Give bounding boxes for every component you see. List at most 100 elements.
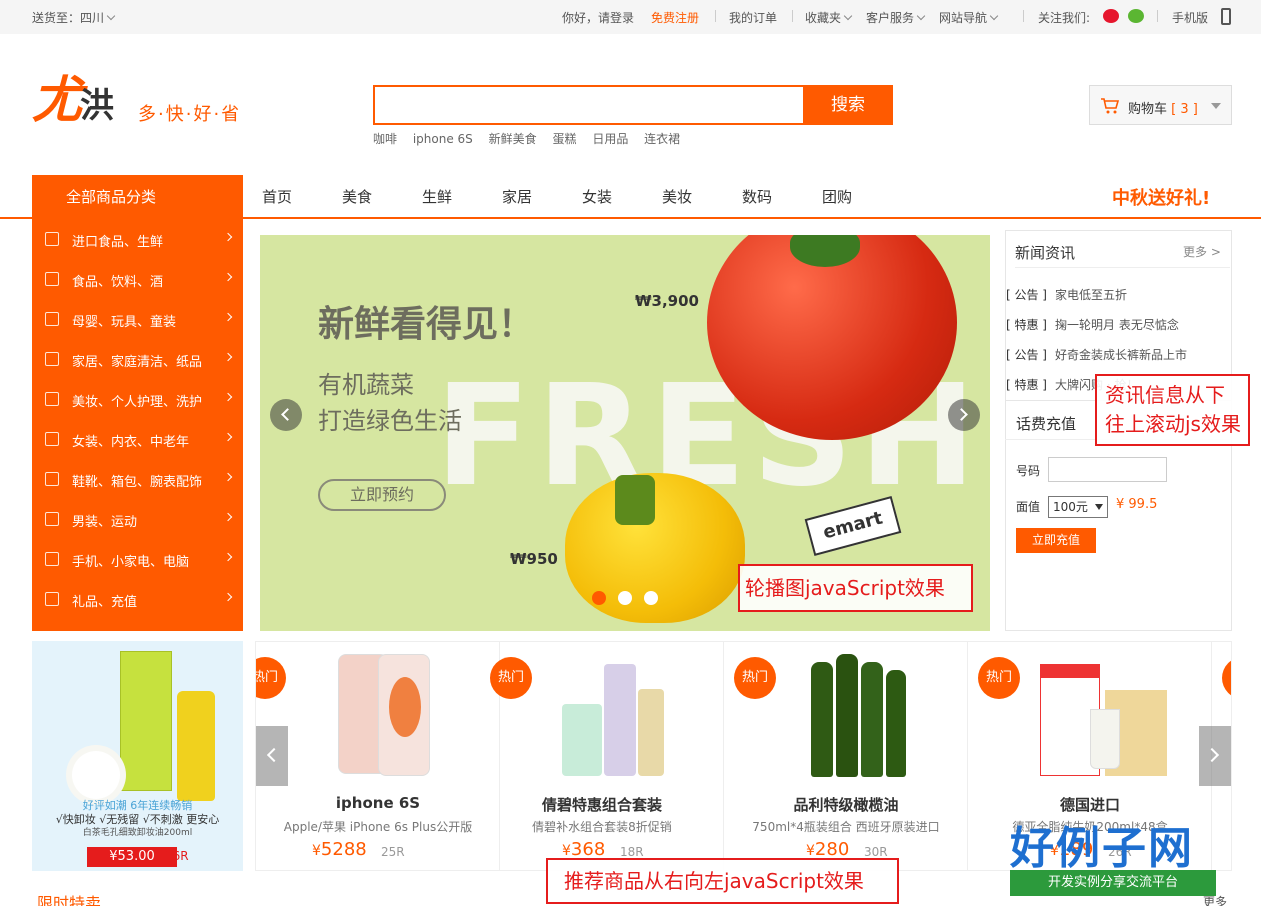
promo-product-card[interactable]: 好评如潮 6年连续畅销 √快卸妆 √无残留 √不刺激 更安心 白茶毛孔细致卸妆油… (32, 641, 243, 871)
recharge-title[interactable]: 话费充值 (1016, 413, 1076, 434)
nav-item[interactable]: 女装 (582, 186, 612, 207)
category-item[interactable]: 进口食品、生鲜 (32, 219, 243, 259)
news-text: 好奇金装成长裤新品上市 (1055, 348, 1188, 362)
logo-char-main: 尤 (32, 71, 82, 129)
news-item[interactable]: [ 公告 ] 家电低至五折 (1006, 286, 1127, 303)
nav-item[interactable]: 首页 (262, 186, 292, 207)
nav-item[interactable]: 美食 (342, 186, 372, 207)
chevron-down-icon (843, 11, 853, 21)
login-link[interactable]: 你好，请登录 (562, 9, 634, 26)
search-input[interactable] (373, 85, 804, 125)
hot-keyword[interactable]: 日用品 (592, 132, 628, 146)
product-name: iphone 6S (335, 794, 421, 812)
nav-item[interactable]: 美妆 (662, 186, 692, 207)
category-item[interactable]: 家居、家庭清洁、纸品 (32, 339, 243, 379)
mid-autumn-promo-link[interactable]: 中秋送好礼! (1112, 184, 1210, 210)
news-tag: [ 特惠 ] (1006, 318, 1047, 332)
hot-keyword[interactable]: 蛋糕 (552, 132, 576, 146)
banner-headline: 新鲜看得见！ (318, 304, 535, 345)
hot-badge: 热门 (734, 657, 776, 699)
divider (1157, 10, 1158, 22)
all-categories-header[interactable]: 全部商品分类 (32, 175, 243, 219)
search-button[interactable]: 搜索 (803, 85, 893, 125)
product-bottle-image (177, 691, 215, 801)
chevron-right-icon (223, 432, 233, 442)
mobile-icon (45, 552, 59, 566)
cart-label: 购物车 [ 3 ] (1128, 102, 1198, 117)
products-prev-button[interactable] (256, 726, 288, 786)
news-item[interactable]: [ 特惠 ] 掬一轮明月 表无尽惦念 (1006, 316, 1179, 333)
price-value: 280 (814, 839, 850, 860)
category-item[interactable]: 鞋靴、箱包、腕表配饰 (32, 459, 243, 499)
news-title: 新闻资讯 (1015, 244, 1076, 262)
news-item[interactable]: [ 公告 ] 好奇金装成长裤新品上市 (1006, 346, 1187, 363)
recharge-price: ¥ 99.5 (1116, 497, 1158, 512)
carousel-dot[interactable] (592, 591, 606, 605)
category-item[interactable]: 食品、饮料、酒 (32, 259, 243, 299)
currency-symbol: ¥ (562, 843, 571, 859)
chevron-right-icon (223, 312, 233, 322)
product-old-price: 25R (381, 845, 405, 859)
divider (715, 10, 716, 22)
category-label: 鞋靴、箱包、腕表配饰 (72, 475, 203, 490)
hot-keyword[interactable]: iphone 6S (413, 132, 473, 146)
register-link[interactable]: 免费注册 (651, 9, 699, 26)
ship-to-selector[interactable]: 送货至：四川 (32, 9, 116, 26)
reserve-button[interactable]: 立即预约 (318, 479, 446, 511)
product-box-image (120, 651, 172, 791)
follow-label: 关注我们: (1038, 11, 1091, 25)
chevron-right-icon (223, 592, 233, 602)
phone-number-input[interactable] (1048, 457, 1167, 482)
hot-keyword[interactable]: 连衣裙 (644, 132, 680, 146)
hot-keyword[interactable]: 新鲜美食 (489, 132, 537, 146)
category-item[interactable]: 母婴、玩具、童装 (32, 299, 243, 339)
category-item[interactable]: 女装、内衣、中老年 (32, 419, 243, 459)
carousel-prev-button[interactable] (270, 399, 302, 431)
carousel-next-button[interactable] (948, 399, 980, 431)
product-card[interactable]: 热门 iphone 6S Apple/苹果 iPhone 6s Plus公开版 … (256, 642, 500, 870)
category-item[interactable]: 美妆、个人护理、洗护 (32, 379, 243, 419)
favorites-menu[interactable]: 收藏夹 (805, 9, 853, 26)
hot-keyword[interactable]: 咖啡 (373, 132, 397, 146)
caret-down-icon (1211, 103, 1221, 109)
news-more-link[interactable]: 更多 > (1183, 243, 1221, 260)
divider (1015, 267, 1230, 268)
nav-item[interactable]: 团购 (822, 186, 852, 207)
cart-button[interactable]: 购物车 [ 3 ] (1089, 85, 1232, 125)
category-item[interactable]: 手机、小家电、电脑 (32, 539, 243, 579)
category-label: 家居、家庭清洁、纸品 (72, 355, 203, 370)
face-value-select[interactable]: 100元 (1048, 496, 1108, 518)
product-desc: 倩碧补水组合套装8折促销 (532, 820, 672, 834)
product-old-price: 18R (620, 845, 644, 859)
promo-old-price: 16R (165, 849, 189, 863)
carousel-dot[interactable] (644, 591, 658, 605)
nav-item[interactable]: 数码 (742, 186, 772, 207)
imported-food-icon (45, 232, 59, 246)
products-next-button[interactable] (1199, 726, 1231, 786)
caret-down-icon (1095, 504, 1103, 510)
currency-symbol: ¥ (312, 843, 321, 859)
product-card[interactable]: 热门 品利特级橄榄油 750ml*4瓶装组合 西班牙原装进口 ¥280 30R (724, 642, 968, 870)
product-card[interactable]: 热门 倩碧特惠组合套装 倩碧补水组合套装8折促销 ¥368 18R (480, 642, 724, 870)
milk-box-image (1020, 654, 1167, 779)
customer-service-menu[interactable]: 客户服务 (866, 9, 926, 26)
weibo-icon[interactable] (1103, 9, 1119, 23)
recharge-button[interactable]: 立即充值 (1016, 528, 1096, 553)
category-label: 女装、内衣、中老年 (72, 435, 190, 450)
category-item[interactable]: 礼品、充值 (32, 579, 243, 619)
site-nav-menu[interactable]: 网站导航 (939, 9, 999, 26)
phone-icon[interactable] (1221, 8, 1231, 25)
my-orders-link[interactable]: 我的订单 (729, 9, 777, 26)
wechat-icon[interactable] (1128, 9, 1144, 23)
news-text: 掬一轮明月 表无尽惦念 (1055, 318, 1179, 332)
product-price: ¥280 (806, 839, 849, 860)
mobile-link[interactable]: 手机版 (1172, 9, 1208, 26)
customer-service-label: 客户服务 (866, 11, 915, 25)
carousel-dot[interactable] (618, 591, 632, 605)
logo[interactable]: 尤洪 (32, 70, 114, 136)
nav-item[interactable]: 生鲜 (422, 186, 452, 207)
chevron-right-icon (223, 352, 233, 362)
category-item[interactable]: 男装、运动 (32, 499, 243, 539)
nav-item[interactable]: 家居 (502, 186, 532, 207)
shoe-icon (45, 472, 59, 486)
